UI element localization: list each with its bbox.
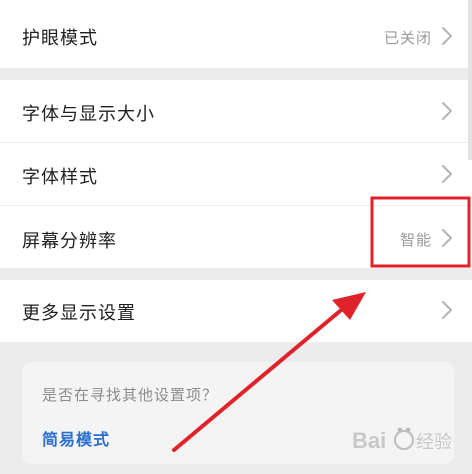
more-display-settings-label: 更多显示设置 bbox=[22, 303, 136, 324]
suggestion-hint: 是否在寻找其他设置项？ bbox=[42, 386, 219, 404]
eye-care-label: 护眼模式 bbox=[22, 28, 98, 49]
chevron-right-icon bbox=[442, 229, 452, 247]
screen-resolution-label: 屏幕分辨率 bbox=[22, 231, 117, 252]
font-size-row[interactable]: 字体与显示大小 bbox=[0, 80, 472, 142]
chevron-right-icon bbox=[442, 165, 452, 183]
more-display-settings-row[interactable]: 更多显示设置 bbox=[0, 280, 472, 342]
font-size-label: 字体与显示大小 bbox=[22, 104, 155, 125]
chevron-right-icon bbox=[442, 102, 452, 120]
screen-resolution-value: 智能 bbox=[399, 231, 432, 249]
chevron-right-icon bbox=[442, 27, 452, 45]
svg-text:经验: 经验 bbox=[416, 432, 452, 453]
baidu-watermark-logo: Bai 经验 bbox=[350, 412, 468, 466]
screen-resolution-row[interactable]: 屏幕分辨率 智能 bbox=[0, 206, 472, 268]
eye-care-row[interactable]: 护眼模式 已关闭 bbox=[0, 0, 472, 68]
simple-mode-link[interactable]: 简易模式 bbox=[42, 426, 110, 450]
eye-care-value: 已关闭 bbox=[383, 29, 432, 47]
svg-text:Bai: Bai bbox=[352, 428, 386, 453]
chevron-right-icon bbox=[442, 301, 452, 319]
font-style-label: 字体样式 bbox=[22, 167, 98, 188]
scrollbar bbox=[468, 0, 472, 160]
font-style-row[interactable]: 字体样式 bbox=[0, 143, 472, 205]
